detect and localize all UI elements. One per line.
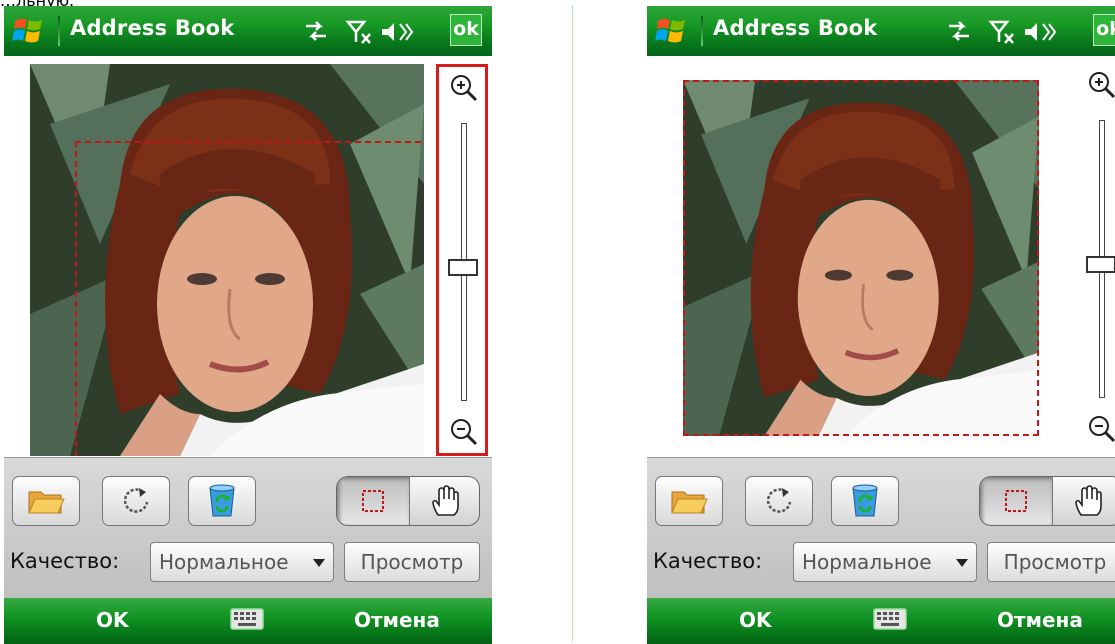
softkey-ok[interactable]: OK xyxy=(739,608,772,632)
rotate-icon xyxy=(123,488,149,513)
folder-icon xyxy=(671,491,708,514)
editor-toolbar: Качество: Нормальное Просмотр xyxy=(647,457,1115,598)
quality-value: Нормальное xyxy=(159,550,289,574)
quality-value: Нормальное xyxy=(802,550,932,574)
preview-button[interactable]: Просмотр xyxy=(344,542,480,582)
zoom-slider-panel xyxy=(436,64,488,456)
pan-tool-button[interactable] xyxy=(409,477,479,525)
quality-dropdown[interactable]: Нормальное xyxy=(150,542,334,582)
recycle-bin-icon xyxy=(852,484,878,517)
windows-start-icon[interactable] xyxy=(12,15,46,47)
zoom-slider-panel xyxy=(1077,64,1115,456)
title-separator xyxy=(701,16,703,46)
quality-label: Качество: xyxy=(653,549,763,573)
softkey-bar: OK Отмена xyxy=(647,598,1115,644)
connectivity-icon xyxy=(306,21,326,41)
quality-label: Качество: xyxy=(10,549,120,573)
status-icons xyxy=(306,20,414,44)
hand-icon xyxy=(432,485,459,516)
zoom-thumb[interactable] xyxy=(448,258,478,276)
phone-screen-right: Address Book ok xyxy=(647,6,1115,644)
rotate-button[interactable] xyxy=(745,476,813,526)
pan-tool-button[interactable] xyxy=(1052,477,1115,525)
app-title: Address Book xyxy=(70,16,235,40)
keyboard-icon[interactable] xyxy=(230,608,264,630)
editor-toolbar: Качество: Нормальное Просмотр xyxy=(4,457,492,598)
clear-button[interactable] xyxy=(831,476,899,526)
softkey-cancel[interactable]: Отмена xyxy=(354,608,440,632)
ok-button[interactable]: ok xyxy=(450,14,482,46)
clear-button[interactable] xyxy=(188,476,256,526)
title-bar: Address Book ok xyxy=(4,6,492,56)
signal-off-icon xyxy=(988,20,1014,44)
softkey-ok[interactable]: OK xyxy=(96,608,129,632)
signal-off-icon xyxy=(345,20,371,44)
ok-button[interactable]: ok xyxy=(1093,14,1115,46)
crop-selection[interactable] xyxy=(75,141,424,456)
keyboard-icon[interactable] xyxy=(873,608,907,630)
quality-dropdown[interactable]: Нормальное xyxy=(793,542,977,582)
softkey-bar: OK Отмена xyxy=(4,598,492,644)
divider xyxy=(572,6,573,642)
zoom-in-icon[interactable] xyxy=(1087,70,1115,100)
dropdown-arrow-icon xyxy=(956,559,968,567)
contact-photo[interactable] xyxy=(683,80,1039,436)
softkey-cancel[interactable]: Отмена xyxy=(997,608,1083,632)
hand-icon xyxy=(1075,485,1102,516)
zoom-out-icon[interactable] xyxy=(449,417,479,447)
rotate-button[interactable] xyxy=(102,476,170,526)
open-button[interactable] xyxy=(655,476,723,526)
crop-selection-icon xyxy=(362,490,384,512)
connectivity-icon xyxy=(949,21,969,41)
zoom-thumb[interactable] xyxy=(1086,255,1115,273)
volume-off-icon xyxy=(382,23,414,41)
dropdown-arrow-icon xyxy=(313,559,325,567)
recycle-bin-icon xyxy=(209,484,235,517)
contact-photo[interactable] xyxy=(30,64,424,456)
open-button[interactable] xyxy=(12,476,80,526)
crop-selection-icon xyxy=(1005,490,1027,512)
zoom-in-icon[interactable] xyxy=(449,73,479,103)
app-title: Address Book xyxy=(713,16,878,40)
volume-off-icon xyxy=(1025,23,1057,41)
title-separator xyxy=(58,16,60,46)
tool-mode-switch[interactable] xyxy=(979,476,1115,526)
windows-start-icon[interactable] xyxy=(655,15,689,47)
crop-tool-button[interactable] xyxy=(337,477,410,525)
rotate-icon xyxy=(766,488,792,513)
crop-selection[interactable] xyxy=(683,80,1039,436)
phone-screen-left: Address Book ok Качество: Нормальное Про… xyxy=(4,6,492,644)
status-icons xyxy=(949,20,1057,44)
crop-tool-button[interactable] xyxy=(980,477,1053,525)
folder-icon xyxy=(28,491,65,514)
zoom-out-icon[interactable] xyxy=(1087,414,1115,444)
preview-button[interactable]: Просмотр xyxy=(987,542,1115,582)
title-bar: Address Book ok xyxy=(647,6,1115,56)
tool-mode-switch[interactable] xyxy=(336,476,480,526)
